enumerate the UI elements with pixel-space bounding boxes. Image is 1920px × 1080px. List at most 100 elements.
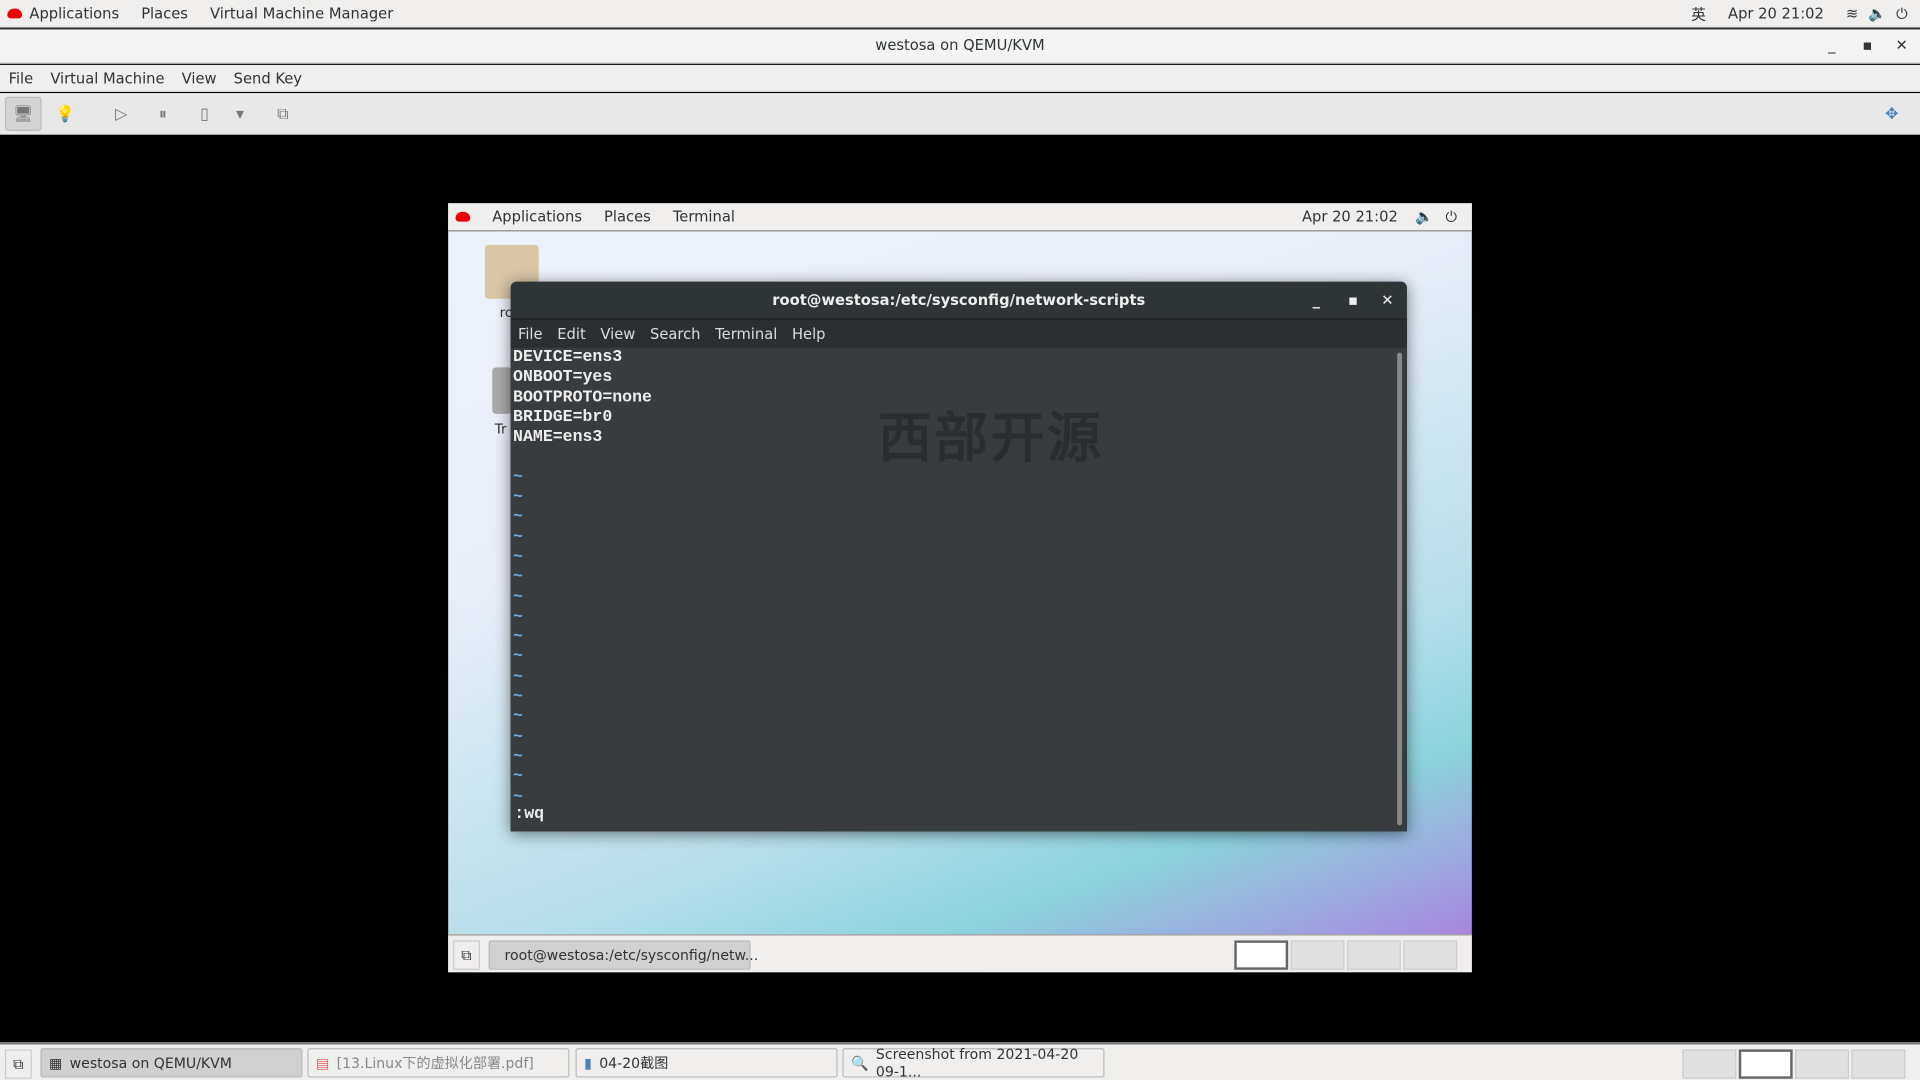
window-title: westosa on QEMU/KVM — [875, 36, 1045, 54]
file-icon: ▮ — [584, 1054, 592, 1072]
task-label: 04-20截图 — [599, 1054, 669, 1072]
workspace-4[interactable] — [1403, 940, 1458, 970]
snapshots-icon[interactable]: ⧉ — [264, 97, 301, 131]
workspace-4[interactable] — [1851, 1049, 1906, 1079]
redhat-icon — [455, 211, 471, 222]
workspace-3[interactable] — [1795, 1049, 1849, 1079]
console-icon[interactable]: 🖥 — [4, 96, 42, 132]
workspace-1[interactable] — [1682, 1049, 1737, 1079]
host-taskbar: ⧉ ▦ westosa on QEMU/KVM ▤ [13.Linux下的虚拟化部署… — [0, 1042, 1920, 1080]
menu-file[interactable]: File — [9, 69, 34, 86]
menu-send-key[interactable]: Send Key — [234, 69, 302, 86]
vm-icon: ▦ — [48, 1054, 63, 1072]
host-menu-places[interactable]: Places — [141, 5, 188, 22]
guest-menu-applications[interactable]: Applications — [492, 208, 582, 225]
term-menu-terminal[interactable]: Terminal — [715, 325, 777, 342]
power-icon[interactable]: ⏻ — [1896, 4, 1908, 22]
power-icon[interactable]: ⏻ — [1446, 208, 1458, 226]
empty-line-tilde: ~ — [513, 708, 523, 727]
term-menu-view[interactable]: View — [600, 325, 635, 342]
window-titlebar: westosa on QEMU/KVM _ ▪ ✕ — [0, 29, 1920, 64]
guest-top-bar: Applications Places Terminal Apr 20 21:0… — [448, 203, 1472, 232]
guest-display[interactable]: Applications Places Terminal Apr 20 21:0… — [448, 203, 1472, 973]
scrollbar[interactable] — [1397, 352, 1403, 826]
trash-icon[interactable] — [492, 367, 512, 414]
task-label: [13.Linux下的虚拟化部署.pdf] — [336, 1054, 534, 1072]
guest-menu-places[interactable]: Places — [604, 208, 651, 225]
empty-line-tilde: ~ — [513, 648, 523, 667]
task-label: westosa on QEMU/KVM — [69, 1054, 232, 1072]
pdf-icon: ▤ — [315, 1054, 330, 1072]
menu-view[interactable]: View — [182, 69, 217, 86]
host-task-vm[interactable]: ▦ westosa on QEMU/KVM — [40, 1048, 303, 1078]
term-menu-search[interactable]: Search — [650, 325, 700, 342]
redhat-icon — [7, 8, 23, 19]
empty-line-tilde: ~ — [513, 728, 523, 747]
term-menu-edit[interactable]: Edit — [557, 325, 585, 342]
empty-line-tilde: ~ — [513, 768, 523, 787]
fullscreen-icon[interactable]: ✥ — [1873, 97, 1910, 131]
file-line: DEVICE=ens3 — [513, 348, 623, 368]
terminal-title: root@westosa:/etc/sysconfig/network-scri… — [772, 291, 1146, 309]
details-bulb-icon[interactable]: 💡 — [47, 97, 84, 131]
trash-label[interactable]: Tr — [495, 421, 507, 437]
host-clock[interactable]: Apr 20 21:02 — [1728, 5, 1824, 22]
file-line: BOOTPROTO=none — [513, 388, 652, 408]
run-icon[interactable]: ▷ — [103, 97, 140, 131]
minimize-icon[interactable]: _ — [1313, 282, 1320, 319]
empty-line-tilde: ~ — [513, 508, 523, 527]
host-task-screenshot[interactable]: 🔍 Screenshot from 2021-04-20 09-1... — [842, 1045, 1105, 1080]
pause-icon[interactable]: ⏸ — [144, 97, 181, 131]
guest-menu-terminal[interactable]: Terminal — [673, 208, 735, 225]
guest-taskbar: ⧉ root@westosa:/etc/sysconfig/netw... — [448, 934, 1472, 973]
wifi-icon[interactable]: ≋ — [1846, 5, 1858, 22]
workspace-3[interactable] — [1346, 940, 1401, 970]
host-task-pdf[interactable]: ▤ [13.Linux下的虚拟化部署.pdf] — [307, 1048, 570, 1078]
menu-virtual-machine[interactable]: Virtual Machine — [50, 69, 164, 86]
term-menu-help[interactable]: Help — [792, 325, 826, 342]
maximize-icon[interactable]: ▪ — [1348, 282, 1358, 319]
workspace-1[interactable] — [1234, 940, 1289, 970]
volume-icon[interactable]: 🔈 — [1868, 5, 1886, 22]
show-desktop-icon[interactable]: ⧉ — [4, 1049, 32, 1079]
terminal-titlebar: root@westosa:/etc/sysconfig/network-scri… — [511, 282, 1407, 319]
terminal-window: root@westosa:/etc/sysconfig/network-scri… — [510, 281, 1407, 832]
window-menubar: File Virtual Machine View Send Key — [0, 64, 1920, 92]
guest-clock[interactable]: Apr 20 21:02 — [1302, 208, 1398, 225]
empty-line-tilde: ~ — [513, 748, 523, 767]
workspace-2[interactable] — [1738, 1049, 1793, 1079]
task-label: root@westosa:/etc/sysconfig/netw... — [504, 946, 759, 964]
host-menu-applications[interactable]: Applications — [29, 5, 119, 22]
empty-line-tilde: ~ — [513, 548, 523, 567]
task-label: Screenshot from 2021-04-20 09-1... — [875, 1045, 1079, 1080]
shutdown-icon[interactable]: ▯ — [186, 97, 223, 131]
workspace-2[interactable] — [1290, 940, 1345, 970]
empty-line-tilde: ~ — [513, 488, 523, 508]
show-desktop-icon[interactable]: ⧉ — [453, 940, 481, 970]
screenshot-icon: 🔍 — [851, 1054, 869, 1072]
empty-line-tilde: ~ — [513, 628, 523, 647]
input-method[interactable]: 英 — [1691, 3, 1706, 24]
guest-task-terminal[interactable]: root@westosa:/etc/sysconfig/netw... — [488, 940, 758, 970]
shutdown-dropdown-icon[interactable]: ▾ — [228, 97, 252, 131]
empty-line-tilde: ~ — [513, 608, 523, 627]
terminal-content[interactable]: 西部开源 DEVICE=ens3 ONBOOT=yes BOOTPROTO=none… — [510, 347, 1407, 832]
empty-line-tilde: ~ — [513, 528, 523, 547]
empty-line-tilde: ~ — [513, 688, 523, 707]
screen: Applications Places Virtual Machine Mana… — [0, 0, 1920, 1080]
term-menu-file[interactable]: File — [518, 325, 543, 342]
empty-line-tilde: ~ — [513, 668, 523, 687]
empty-line-tilde: ~ — [513, 588, 523, 607]
minimize-icon[interactable]: _ — [1828, 29, 1835, 62]
watermark-logo: 西部开源 — [877, 412, 1104, 474]
host-top-bar: Applications Places Virtual Machine Mana… — [0, 0, 1920, 29]
terminal-menubar: File Edit View Search Terminal Help — [510, 318, 1407, 348]
host-task-folder[interactable]: ▮ 04-20截图 — [575, 1048, 838, 1078]
close-icon[interactable]: ✕ — [1381, 282, 1393, 319]
close-icon[interactable]: ✕ — [1896, 29, 1908, 62]
volume-icon[interactable]: 🔈 — [1415, 208, 1433, 225]
maximize-icon[interactable]: ▪ — [1862, 29, 1872, 62]
file-line: ONBOOT=yes — [513, 368, 613, 388]
empty-line-tilde: ~ — [513, 787, 523, 807]
host-menu-vmm[interactable]: Virtual Machine Manager — [210, 5, 393, 22]
